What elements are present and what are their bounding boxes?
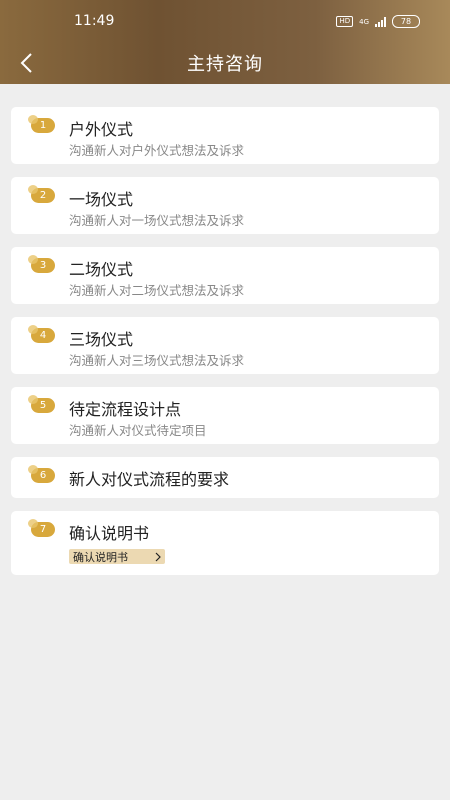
chevron-right-icon [155, 552, 161, 561]
list-item-confirm-manual[interactable]: 7 确认说明书 确认说明书 [11, 511, 439, 575]
item-title: 二场仪式 [69, 260, 134, 279]
item-title: 户外仪式 [69, 120, 134, 139]
item-title: 新人对仪式流程的要求 [69, 470, 230, 489]
item-title: 待定流程设计点 [69, 400, 182, 419]
number-badge: 1 [28, 115, 55, 133]
item-title: 一场仪式 [69, 190, 134, 209]
list-item-pending-design[interactable]: 5 待定流程设计点 沟通新人对仪式待定项目 [11, 387, 439, 444]
app-header: 11:49 HD 4G 78 主持咨询 [0, 0, 450, 84]
list-item-third-ceremony[interactable]: 4 三场仪式 沟通新人对三场仪式想法及诉求 [11, 317, 439, 374]
confirm-manual-label: 确认说明书 [73, 550, 128, 564]
list-item-outdoor-ceremony[interactable]: 1 户外仪式 沟通新人对户外仪式想法及诉求 [11, 107, 439, 164]
consult-list: 1 户外仪式 沟通新人对户外仪式想法及诉求 2 一场仪式 沟通新人对一场仪式想法… [11, 107, 439, 588]
system-icons: HD 4G 78 [336, 15, 420, 28]
item-title: 确认说明书 [69, 524, 150, 543]
status-time: 11:49 [74, 13, 115, 29]
list-item-process-requirements[interactable]: 6 新人对仪式流程的要求 [11, 457, 439, 498]
item-subtitle: 沟通新人对二场仪式想法及诉求 [69, 283, 245, 298]
signal-icon [375, 16, 386, 27]
list-item-first-ceremony[interactable]: 2 一场仪式 沟通新人对一场仪式想法及诉求 [11, 177, 439, 234]
list-item-second-ceremony[interactable]: 3 二场仪式 沟通新人对二场仪式想法及诉求 [11, 247, 439, 304]
status-bar: 11:49 HD 4G 78 [0, 0, 450, 42]
nav-bar: 主持咨询 [0, 42, 450, 84]
item-subtitle: 沟通新人对三场仪式想法及诉求 [69, 353, 245, 368]
item-subtitle: 沟通新人对一场仪式想法及诉求 [69, 213, 245, 228]
hd-icon: HD [336, 16, 354, 27]
number-badge: 7 [28, 519, 55, 537]
number-badge: 6 [28, 465, 55, 483]
number-badge: 5 [28, 395, 55, 413]
number-badge: 2 [28, 185, 55, 203]
network-type: 4G [359, 17, 369, 26]
item-title: 三场仪式 [69, 330, 134, 349]
number-badge: 4 [28, 325, 55, 343]
battery-icon: 78 [392, 15, 420, 28]
confirm-manual-button[interactable]: 确认说明书 [69, 549, 165, 564]
item-subtitle: 沟通新人对仪式待定项目 [69, 423, 207, 438]
page-title: 主持咨询 [187, 54, 263, 75]
item-subtitle: 沟通新人对户外仪式想法及诉求 [69, 143, 245, 158]
number-badge: 3 [28, 255, 55, 273]
